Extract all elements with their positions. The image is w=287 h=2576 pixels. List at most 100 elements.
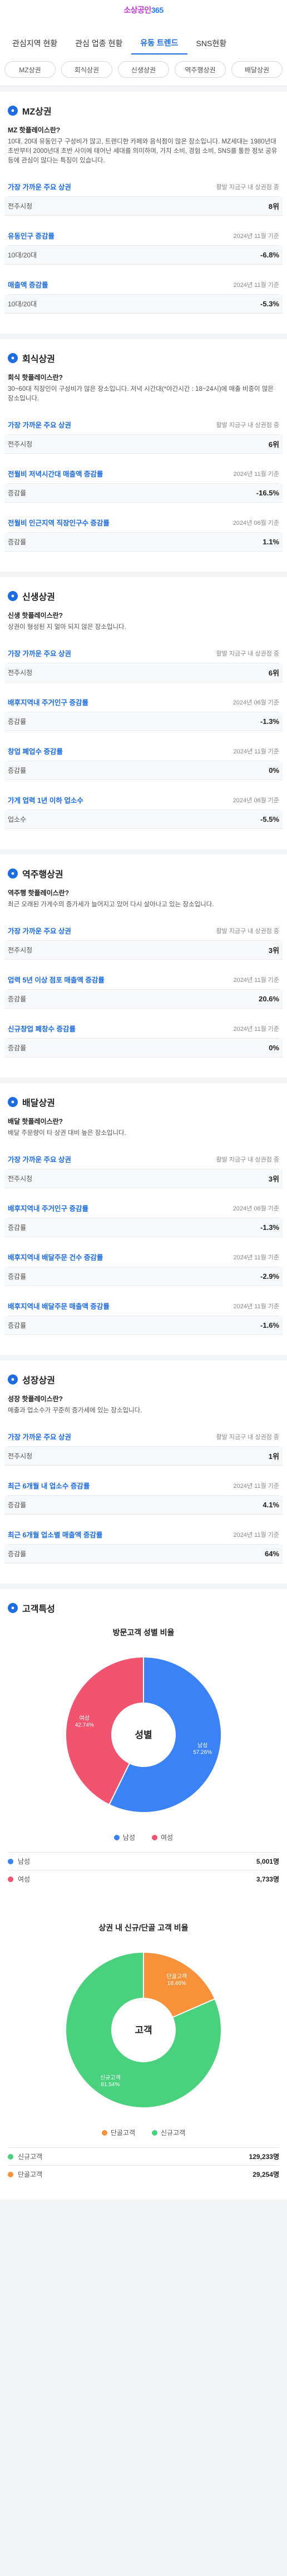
metric-label[interactable]: 가장 가까운 주요 상권 [8,1154,71,1164]
customer-section: ● 고객특성 방문고객 성별 비율 남성 57.26% 여성 42.74% 성별 남성 여… [0,1589,287,2200]
chip-reverse[interactable]: 역주행상권 [175,61,226,78]
metric-value: 3위 [268,1175,279,1183]
metric-header: 창업 폐업수 증감률 2024년 11월 기준 [8,741,279,761]
chip-dinner[interactable]: 회식상권 [61,61,112,78]
metric-value: -16.5% [256,489,279,497]
regular-dot [8,2171,13,2177]
customer-legend: 단골고객 신규고객 [8,2128,279,2137]
metric-sub-label: 증감률 [8,995,27,1003]
metric-header: 가장 가까운 주요 상권 활발 지금구 내 상권점 중 [8,415,279,435]
gender-row-female: 여성 3,733명 [8,1870,279,1888]
section-description: 10대, 20대 유동인구 구성비가 많고, 트렌디한 카페와 음식점이 많은 … [8,138,278,164]
metric-value-row: 전주시청 6위 [4,435,283,454]
tab-interest-industry[interactable]: 관심 업종 현황 [66,32,131,54]
metric-label[interactable]: 가장 가까운 주요 상권 [8,181,71,192]
metric-note: 활발 지금구 내 상권점 중 [216,1433,279,1441]
metric-header: 매출액 증감률 2024년 11월 기준 [8,275,279,295]
legend-regular-dot [101,2130,107,2136]
metric-value-row: 증감률 0% [4,761,283,780]
metric-label[interactable]: 가게 업력 1년 이하 업소수 [8,795,83,805]
metric-note: 활발 지금구 내 상권점 중 [216,1156,279,1163]
metric-sub-label: 전주시청 [8,946,33,954]
metric-label[interactable]: 가장 가까운 주요 상권 [8,925,71,936]
metric-sub-label: 증감률 [8,489,27,497]
metric-label[interactable]: 가장 가까운 주요 상권 [8,648,71,658]
metric-value: 20.6% [259,995,279,1003]
metric-sub-label: 증감률 [8,538,27,546]
legend-male: 남성 [113,1833,135,1842]
slice-label-1: 신규고객 [100,2074,121,2081]
app-header: 소상공인365 [0,0,287,32]
metric-sub-label: 전주시청 [8,669,33,677]
metric-label[interactable]: 신규창업 폐창수 증감률 [8,1023,76,1034]
section-description: 상권이 형성된 지 얼마 되지 않은 장소입니다. [8,624,126,631]
info-icon: ● [8,1097,18,1107]
metric-sub-label: 증감률 [8,1322,27,1329]
metric-label[interactable]: 배후지역내 배달주문 건수 증감률 [8,1252,103,1262]
tab-floating-trend[interactable]: 유동 트렌드 [131,32,187,54]
metric-sub-label: 증감률 [8,718,27,726]
metric-label[interactable]: 매출액 증감률 [8,279,48,290]
slice-label-0: 남성 [197,1743,207,1749]
chip-mz[interactable]: MZ상권 [4,61,56,78]
metric-value-row: 전주시청 3위 [4,941,283,960]
slice-label-1: 여성 [80,1715,90,1721]
customer-pie-svg: 단골고객18.46% 신규고객81.54% 고객 [65,1951,222,2108]
metric-label[interactable]: 전월비 저녁시간대 매출액 증감률 [8,468,103,479]
metric-header: 신규창업 폐창수 증감률 2024년 11월 기준 [8,1019,279,1039]
metric-label[interactable]: 창업 폐업수 증감률 [8,746,63,756]
main-tab-bar: 관심지역 현황 관심 업종 현황 유동 트렌드 SNS현황 [0,32,287,54]
legend-new-label: 신규고객 [161,2129,186,2137]
section-question: 성장 핫플레이스란? [8,1395,63,1403]
metric-label[interactable]: 최근 6개월 업소별 매출액 증감률 [8,1529,102,1540]
metric-label[interactable]: 최근 6개월 내 업소수 증감률 [8,1480,90,1491]
legend-new-dot [152,2130,157,2136]
metric-label[interactable]: 배후지역내 주거인구 증감률 [8,1203,88,1213]
app-logo[interactable]: 소상공인365 [0,4,287,16]
section-title: 역주행상권 [22,870,63,880]
cust-row-regular: 단골고객 29,254명 [8,2165,279,2183]
chip-delivery[interactable]: 배달상권 [231,61,283,78]
metric-note: 2024년 11월 기준 [233,976,279,984]
metric-value-row: 증감률 0% [4,1039,283,1058]
metric-note: 2024년 06월 기준 [232,1205,279,1212]
metric-label[interactable]: 가장 가까운 주요 상권 [8,419,71,430]
metric-value: 64% [264,1550,279,1558]
legend-male-label: 남성 [122,1834,135,1842]
metric-note: 활발 지금구 내 상권점 중 [216,421,279,429]
metric-value-row: 증감률 -2.9% [4,1267,283,1286]
info-icon: ● [8,353,18,363]
slice-value-0: 18.46% [167,1981,186,1987]
male-value: 5,001명 [256,1858,279,1865]
regular-value: 29,254명 [253,2171,279,2178]
legend-regular: 단골고객 [101,2128,135,2137]
metric-sub-label: 전주시청 [8,1452,33,1460]
section-question: 신생 핫플레이스란? [8,612,63,619]
hotplace-section: ● 배달상권 배달 핫플레이스란? 배달 주문량이 타 상권 대비 높은 장소입니다.… [0,1083,287,1355]
new-value: 129,233명 [249,2153,279,2161]
metric-value-row: 업소수 -5.5% [4,810,283,829]
metric-value-row: 전주시청 1위 [4,1447,283,1466]
metric-label[interactable]: 전월비 인근지역 직장인구수 증감률 [8,517,110,528]
metric-header: 전월비 인근지역 직장인구수 증감률 2024년 06월 기준 [8,513,279,533]
metric-note: 활발 지금구 내 상권점 중 [216,183,279,191]
tab-interest-region[interactable]: 관심지역 현황 [3,32,66,54]
metric-value: 6위 [268,669,279,677]
metric-label[interactable]: 배후지역내 배달주문 매출액 증감률 [8,1301,110,1311]
metric-value-row: 증감률 1.1% [4,533,283,552]
legend-regular-label: 단골고객 [110,2129,135,2137]
metric-label[interactable]: 업력 5년 이상 점포 매출액 증감률 [8,974,105,985]
metric-label[interactable]: 가장 가까운 주요 상권 [8,1431,71,1442]
metric-value: -1.6% [260,1321,279,1329]
section-description: 최근 오래된 가게수의 증가세가 늘어지고 있어 다시 살아나고 있는 장소입니… [8,901,214,908]
metric-label[interactable]: 배후지역내 주거인구 증감률 [8,697,88,707]
gender-legend: 남성 여성 [8,1833,279,1842]
metric-value: 6위 [268,440,279,449]
metric-label[interactable]: 유동인구 증감률 [8,230,55,241]
info-icon: ● [8,1603,18,1613]
tab-sns[interactable]: SNS현황 [187,32,236,54]
info-icon: ● [8,591,18,601]
metric-header: 최근 6개월 내 업소수 증감률 2024년 11월 기준 [8,1476,279,1496]
logo-text: 소상공인 [123,6,151,14]
chip-new[interactable]: 신생상권 [118,61,169,78]
